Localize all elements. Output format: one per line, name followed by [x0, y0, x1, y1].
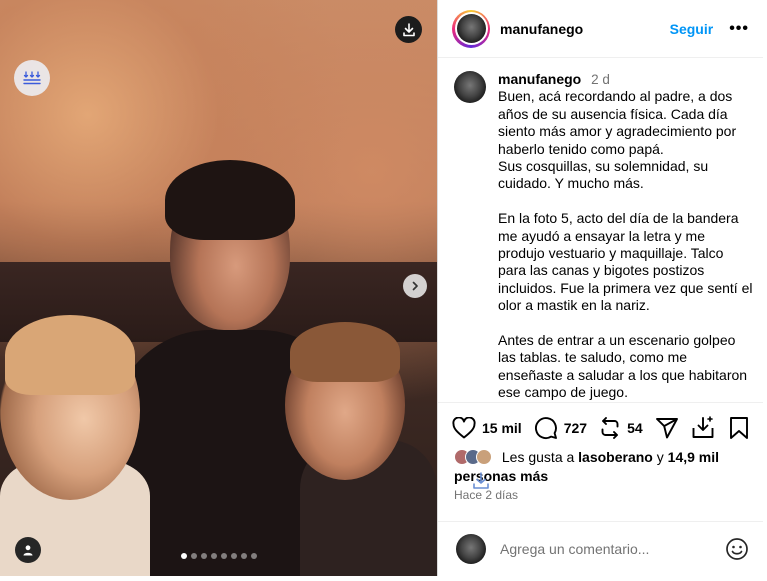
liked-by-summary: Les gusta a lasoberano y 14,9 mil persona… [454, 449, 720, 484]
post-header: manufanego Seguir ••• [438, 0, 763, 58]
comments-count: 727 [563, 419, 588, 436]
bookmark-icon [730, 416, 748, 439]
more-options-icon[interactable]: ••• [729, 20, 749, 38]
caption-text: manufanego 2 d Buen, acá recordando al p… [498, 71, 752, 402]
slide-dot[interactable] [200, 553, 207, 559]
comment-button[interactable]: 727 [534, 416, 587, 440]
floating-download-icon[interactable] [471, 471, 491, 491]
flatten-button[interactable] [14, 60, 50, 96]
download-tray-button[interactable] [691, 415, 715, 440]
current-user-avatar [456, 534, 486, 564]
caption-username[interactable]: manufanego [498, 71, 581, 87]
repost-icon [601, 416, 619, 439]
heart-icon [452, 416, 476, 438]
share-button[interactable] [655, 416, 679, 440]
slide-dot[interactable] [250, 553, 257, 559]
slide-dot[interactable] [220, 553, 227, 559]
like-button[interactable]: 15 mil [452, 416, 522, 439]
tagged-users-button[interactable] [15, 537, 41, 563]
action-bar: 15 mil 727 54 [438, 402, 763, 452]
download-icon [402, 22, 415, 36]
save-button[interactable] [729, 416, 749, 440]
slide-indicator [0, 553, 437, 559]
caption-line: cuidado. Y mucho más. [498, 175, 644, 192]
comment-input[interactable] [500, 541, 725, 557]
caption-line: produjo vestuario y maquillaje. Talco [498, 245, 724, 262]
caption-avatar[interactable] [454, 71, 486, 103]
download-button[interactable] [395, 16, 422, 43]
caption-line: enseñaste a saludar a los que habitaron [498, 366, 748, 383]
caption-line: incluidos. Fue la primera vez que sentí … [498, 279, 753, 296]
caption-line: años de su ausencia física. Cada día [498, 105, 728, 122]
slide-dot[interactable] [210, 553, 217, 559]
comment-composer [438, 521, 763, 576]
slide-dot[interactable] [180, 553, 187, 559]
caption-line: siento más amor y agradecimiento por [498, 123, 737, 140]
caption-timestamp[interactable]: 2 d [591, 72, 610, 87]
emoji-icon[interactable] [725, 537, 749, 561]
post-media[interactable] [0, 0, 437, 576]
chevron-right-icon [412, 281, 418, 291]
repost-button[interactable]: 54 [599, 416, 643, 439]
caption-line: olor a mastik en la nariz. [498, 297, 650, 314]
caption-line: Buen, acá recordando al padre, a dos [498, 88, 733, 105]
reposts-count: 54 [627, 419, 643, 436]
follow-button[interactable]: Seguir [670, 21, 714, 37]
caption-line: En la foto 5, acto del día de la bandera [498, 210, 739, 227]
caption-line: Antes de entrar a un escenario golpeo [498, 332, 736, 349]
caption-line: para las canas y bigotes postizos [498, 262, 705, 279]
slide-dot[interactable] [230, 553, 237, 559]
comment-icon [534, 416, 557, 439]
liked-by-avatars[interactable] [454, 449, 492, 465]
caption-line: me ayudó a ensayar la letra y me [498, 227, 705, 244]
author-avatar[interactable] [452, 9, 490, 48]
author-username[interactable]: manufanego [500, 21, 583, 37]
download-tray-icon [692, 415, 714, 438]
slide-dot[interactable] [240, 553, 247, 559]
caption-section: manufanego 2 d Buen, acá recordando al p… [438, 59, 763, 402]
caption-line: ese campo de juego. [498, 384, 628, 401]
next-slide-button[interactable] [403, 274, 427, 298]
liked-by-user[interactable]: lasoberano [578, 449, 653, 465]
caption-line: haberlo tenido como papá. [498, 140, 664, 157]
slide-dot[interactable] [190, 553, 197, 559]
likes-count: 15 mil [482, 419, 522, 436]
caption-line: Sus cosquillas, su solemnidad, su [498, 158, 709, 175]
flatten-icon [23, 71, 41, 85]
share-icon [655, 417, 678, 438]
caption-line: las tablas. te saludo, como me [498, 349, 688, 366]
